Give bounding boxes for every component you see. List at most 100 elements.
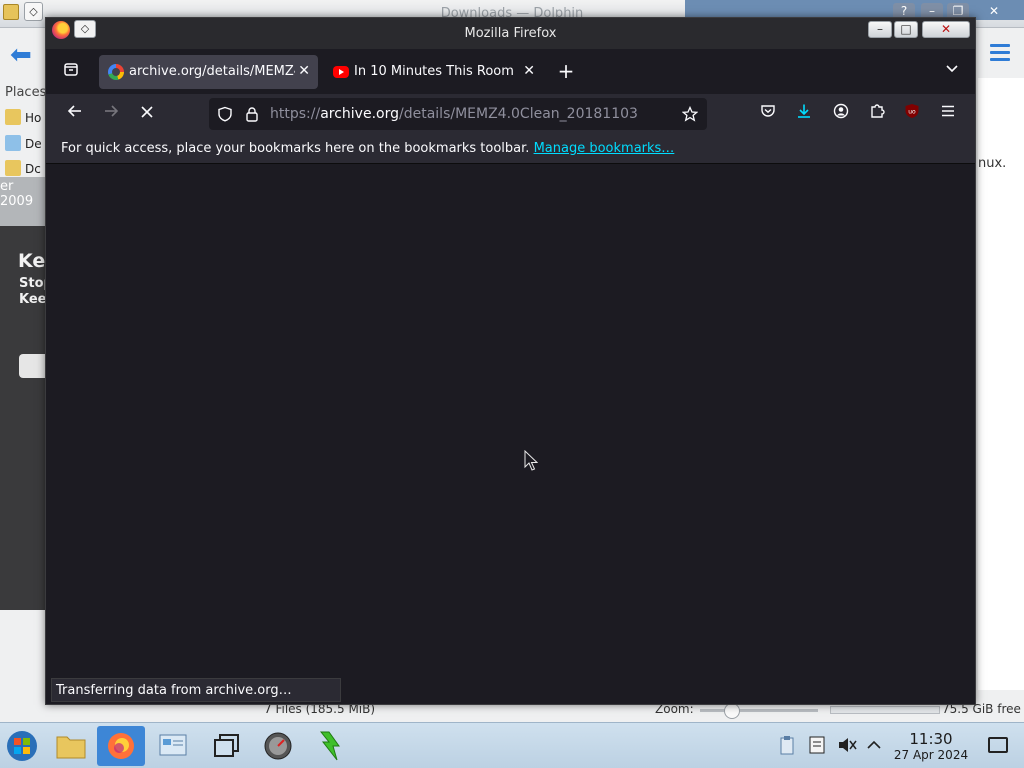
page-date-text: er 2009 [0, 179, 34, 209]
firefox-view-icon [64, 63, 78, 76]
places-item-label: De [25, 137, 42, 151]
download-arrow-icon [319, 731, 340, 761]
preview-panel: Kev Stop Keep [0, 226, 58, 610]
show-hidden-icons-button[interactable] [866, 735, 884, 755]
tab-title: archive.org/details/MEMZ4.0Clean_2018110… [129, 64, 295, 79]
tab-youtube[interactable]: In 10 Minutes This Room Will Explode ✕ [324, 55, 543, 89]
manage-bookmarks-link[interactable]: Manage bookmarks… [534, 141, 675, 156]
disk-capacity-bar [830, 706, 940, 714]
tab-close-icon[interactable]: ✕ [523, 63, 535, 79]
speaker-muted-icon [839, 738, 857, 752]
svg-text:uo: uo [908, 109, 916, 116]
places-label: Places [5, 85, 47, 100]
desktop-icon [5, 135, 21, 151]
windows-overview-icon [214, 734, 239, 757]
dolphin-info-panel: nux. [978, 78, 1024, 690]
notes-tray-icon[interactable] [808, 735, 826, 755]
pocket-icon [761, 105, 775, 117]
youtube-favicon-icon [333, 66, 349, 78]
url-bar[interactable]: https://archive.org/details/MEMZ4.0Clean… [209, 98, 707, 130]
navigation-toolbar: https://archive.org/details/MEMZ4.0Clean… [46, 94, 975, 134]
list-all-tabs-button[interactable] [938, 57, 966, 85]
tracking-protection-shield-icon[interactable] [217, 106, 233, 122]
info-text: nux. [978, 156, 1007, 171]
tab-archive[interactable]: archive.org/details/MEMZ4.0Clean_2018110… [99, 55, 318, 89]
tab-close-icon[interactable]: ✕ [298, 63, 310, 79]
url-host: archive.org [320, 106, 399, 122]
arrow-left-icon [67, 105, 81, 117]
back-button[interactable] [61, 100, 89, 128]
zoom-slider[interactable] [700, 709, 818, 712]
page-content[interactable]: Transferring data from archive.org… [46, 164, 975, 704]
maximize-button[interactable]: □ [894, 21, 918, 38]
dolphin-close-button[interactable]: ✕ [983, 3, 1005, 21]
taskbar-system-settings[interactable] [150, 726, 198, 766]
app-menu-button[interactable] [934, 100, 962, 128]
ublock-origin-icon: uo [905, 104, 919, 118]
clipboard-tray-icon[interactable] [779, 735, 797, 755]
url-text[interactable]: https://archive.org/details/MEMZ4.0Clean… [270, 106, 638, 122]
new-tab-button[interactable]: + [552, 57, 580, 85]
system-clock[interactable]: 11:30 27 Apr 2024 [893, 730, 969, 763]
page-date-band: er 2009 [0, 177, 50, 226]
taskbar-window-switcher[interactable] [203, 726, 251, 766]
bookmarks-empty-message: For quick access, place your bookmarks h… [61, 141, 674, 156]
taskbar-downloader[interactable] [307, 726, 355, 766]
account-icon [833, 103, 849, 119]
url-scheme: https:// [270, 106, 321, 122]
volume-tray-icon[interactable] [837, 735, 857, 755]
puzzle-piece-icon [871, 104, 885, 118]
extensions-button[interactable] [863, 100, 891, 128]
clock-time: 11:30 [909, 730, 953, 748]
firefox-window: ◇ Mozilla Firefox – □ ✕ archive.org/deta… [45, 17, 976, 705]
dolphin-menu-icon[interactable] [990, 44, 1010, 65]
notes-icon [809, 736, 825, 754]
taskbar-file-manager[interactable] [47, 726, 95, 766]
stop-icon [141, 106, 153, 118]
chevron-down-icon [946, 65, 958, 73]
firefox-icon [108, 733, 134, 759]
places-item-label: Ho [25, 111, 42, 125]
tab-bar: archive.org/details/MEMZ4.0Clean_2018110… [46, 49, 975, 94]
account-button[interactable] [827, 100, 855, 128]
taskbar: 11:30 27 Apr 2024 [0, 722, 1024, 768]
places-item-home[interactable]: Ho [5, 109, 49, 129]
control-panel-icon [159, 734, 187, 756]
folder-icon [56, 736, 86, 759]
dolphin-back-icon[interactable]: ⬅ [10, 40, 32, 70]
windows-logo-icon [7, 731, 37, 761]
close-window-button[interactable]: ✕ [922, 21, 970, 38]
firefox-titlebar: ◇ Mozilla Firefox – □ ✕ [46, 18, 975, 49]
show-desktop-button[interactable] [988, 737, 1008, 753]
folder-icon [5, 160, 21, 176]
chevron-up-icon [867, 740, 881, 749]
downloads-button[interactable] [790, 100, 818, 128]
arrow-right-icon [105, 105, 119, 117]
forward-button[interactable] [97, 100, 125, 128]
ublock-origin-button[interactable]: uo [898, 100, 926, 128]
google-favicon-icon [108, 64, 124, 80]
bookmark-star-icon[interactable] [682, 106, 698, 122]
start-menu-button[interactable] [0, 726, 48, 766]
taskbar-disk-utility[interactable] [255, 726, 303, 766]
places-item-desktop[interactable]: De [5, 135, 49, 155]
firefox-view-button[interactable] [57, 58, 85, 86]
places-item-label: Dc [25, 162, 41, 176]
clipboard-icon [780, 736, 794, 755]
zoom-slider-handle[interactable] [724, 703, 740, 719]
taskbar-firefox[interactable] [97, 726, 145, 766]
bookmarks-toolbar: For quick access, place your bookmarks h… [46, 134, 975, 164]
download-icon [798, 104, 810, 118]
stop-loading-button[interactable] [133, 100, 161, 128]
gauge-icon [264, 732, 292, 760]
tab-title: In 10 Minutes This Room Will Explode [354, 64, 518, 79]
pocket-button[interactable] [754, 100, 782, 128]
folder-icon [5, 109, 21, 125]
mouse-pointer-icon [524, 450, 538, 471]
status-panel: Transferring data from archive.org… [51, 678, 341, 702]
window-title: Mozilla Firefox [464, 26, 557, 41]
bookmarks-hint-text: For quick access, place your bookmarks h… [61, 141, 530, 156]
minimize-button[interactable]: – [868, 21, 892, 38]
url-path: /details/MEMZ4.0Clean_20181103 [399, 106, 638, 122]
lock-icon[interactable] [245, 106, 259, 122]
